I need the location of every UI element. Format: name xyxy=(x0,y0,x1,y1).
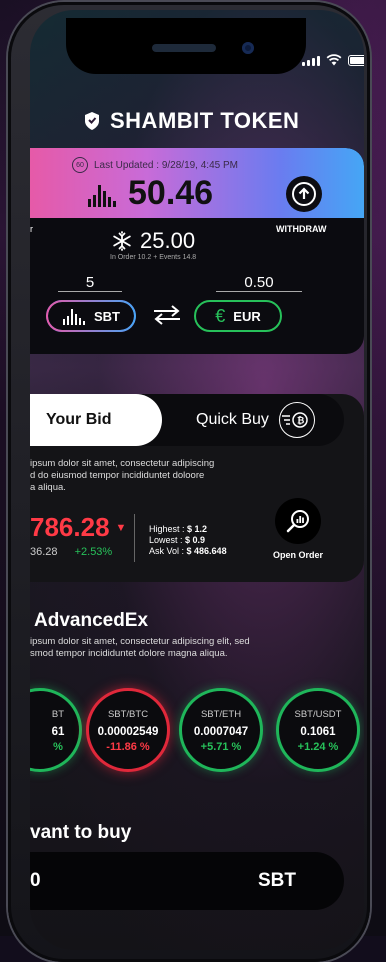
snowflake-icon xyxy=(113,231,131,251)
pair-card[interactable]: BT 61 % xyxy=(30,688,82,772)
price-subline: 36.28 +2.53% xyxy=(30,546,112,558)
speaker xyxy=(152,44,216,52)
phone-frame: SHAMBIT TOKEN 60 Last Updated : 9/28/19,… xyxy=(8,2,370,962)
from-quantity-input[interactable]: 5 xyxy=(58,274,122,292)
pair-card-sbt-eth[interactable]: SBT/ETH 0.0007047 +5.71 % xyxy=(179,688,263,772)
sbt-icon xyxy=(63,309,85,325)
frozen-amount: 25.00 xyxy=(112,228,195,254)
advanced-title: AdvancedEx xyxy=(34,610,149,631)
status-bar xyxy=(302,54,364,66)
to-quantity-input[interactable]: 0.50 xyxy=(216,274,302,292)
shield-icon xyxy=(85,112,99,130)
tab-quick-buy[interactable]: Quick Buy ₿ xyxy=(196,394,315,446)
open-order-circle xyxy=(275,498,321,544)
notch xyxy=(66,18,306,74)
pair-card-sbt-usdt[interactable]: SBT/USDT 0.1061 +1.24 % xyxy=(276,688,360,772)
search-chart-icon xyxy=(286,510,309,533)
bitcoin-speed-icon: ₿ xyxy=(278,402,315,438)
battery-icon xyxy=(348,55,364,66)
last-updated-text: Last Updated : 9/28/19, 4:45 PM xyxy=(94,159,238,171)
app-title: SHAMBIT TOKEN xyxy=(110,108,300,133)
bid-tabs: Your Bid Quick Buy ₿ xyxy=(30,394,344,446)
down-arrow-icon: ▼ xyxy=(115,521,127,534)
price-stats: Highest : $ 1.2 Lowest : $ 0.9 Ask Vol :… xyxy=(149,524,227,556)
buy-amount-field[interactable]: 0 SBT xyxy=(30,852,344,910)
signal-icon xyxy=(302,56,320,66)
upload-icon xyxy=(292,182,316,206)
svg-text:₿: ₿ xyxy=(297,416,304,426)
balance: 50.46 xyxy=(86,174,213,213)
balance-amount: 50.46 xyxy=(128,174,214,212)
in-order-text: In Order 10.2 + Events 14.8 xyxy=(110,254,197,261)
camera xyxy=(242,42,254,54)
frozen-value: 25.00 xyxy=(140,228,196,253)
withdraw-button[interactable] xyxy=(286,176,322,212)
bid-panel: Your Bid Quick Buy ₿ ipsum dolor sit ame… xyxy=(30,394,364,582)
open-order-button[interactable]: Open Order xyxy=(266,498,330,560)
advanced-description: ipsum dolor sit amet, consectetur adipis… xyxy=(30,636,250,659)
sbt-logo-icon xyxy=(88,184,116,207)
prev-price: 36.28 xyxy=(30,546,58,558)
euro-icon: € xyxy=(215,305,226,326)
to-currency-label: EUR xyxy=(233,308,261,324)
from-currency-button[interactable]: SBT xyxy=(46,300,136,332)
wifi-icon xyxy=(326,54,342,66)
open-order-label: Open Order xyxy=(272,550,323,560)
current-price: 786.28 ▼ xyxy=(30,512,126,543)
swap-icon[interactable] xyxy=(150,304,184,326)
withdraw-label: WITHDRAW xyxy=(276,224,327,234)
last-updated: 60 Last Updated : 9/28/19, 4:45 PM xyxy=(72,157,238,173)
wallet-card: 60 Last Updated : 9/28/19, 4:45 PM 50.46 xyxy=(30,148,364,354)
tab-your-bid[interactable]: Your Bid xyxy=(30,394,162,446)
divider xyxy=(134,514,135,562)
want-to-buy-heading: vant to buy xyxy=(30,822,132,843)
price-change: +2.53% xyxy=(74,546,113,558)
from-currency-label: SBT xyxy=(94,308,120,324)
buy-currency[interactable]: SBT xyxy=(258,870,296,892)
to-currency-button[interactable]: € EUR xyxy=(194,300,282,332)
pair-card-sbt-btc[interactable]: SBT/BTC 0.00002549 -11.86 % xyxy=(86,688,170,772)
buy-amount: 0 xyxy=(30,870,41,891)
phone-screen: SHAMBIT TOKEN 60 Last Updated : 9/28/19,… xyxy=(30,10,364,950)
left-edge-label: r xyxy=(30,224,33,234)
quick-buy-label: Quick Buy xyxy=(196,411,269,428)
update-badge: 60 xyxy=(72,157,88,173)
app-header: SHAMBIT TOKEN xyxy=(84,108,299,134)
bid-description: ipsum dolor sit amet, consectetur adipis… xyxy=(30,458,215,493)
price-value: 786.28 xyxy=(30,512,110,542)
